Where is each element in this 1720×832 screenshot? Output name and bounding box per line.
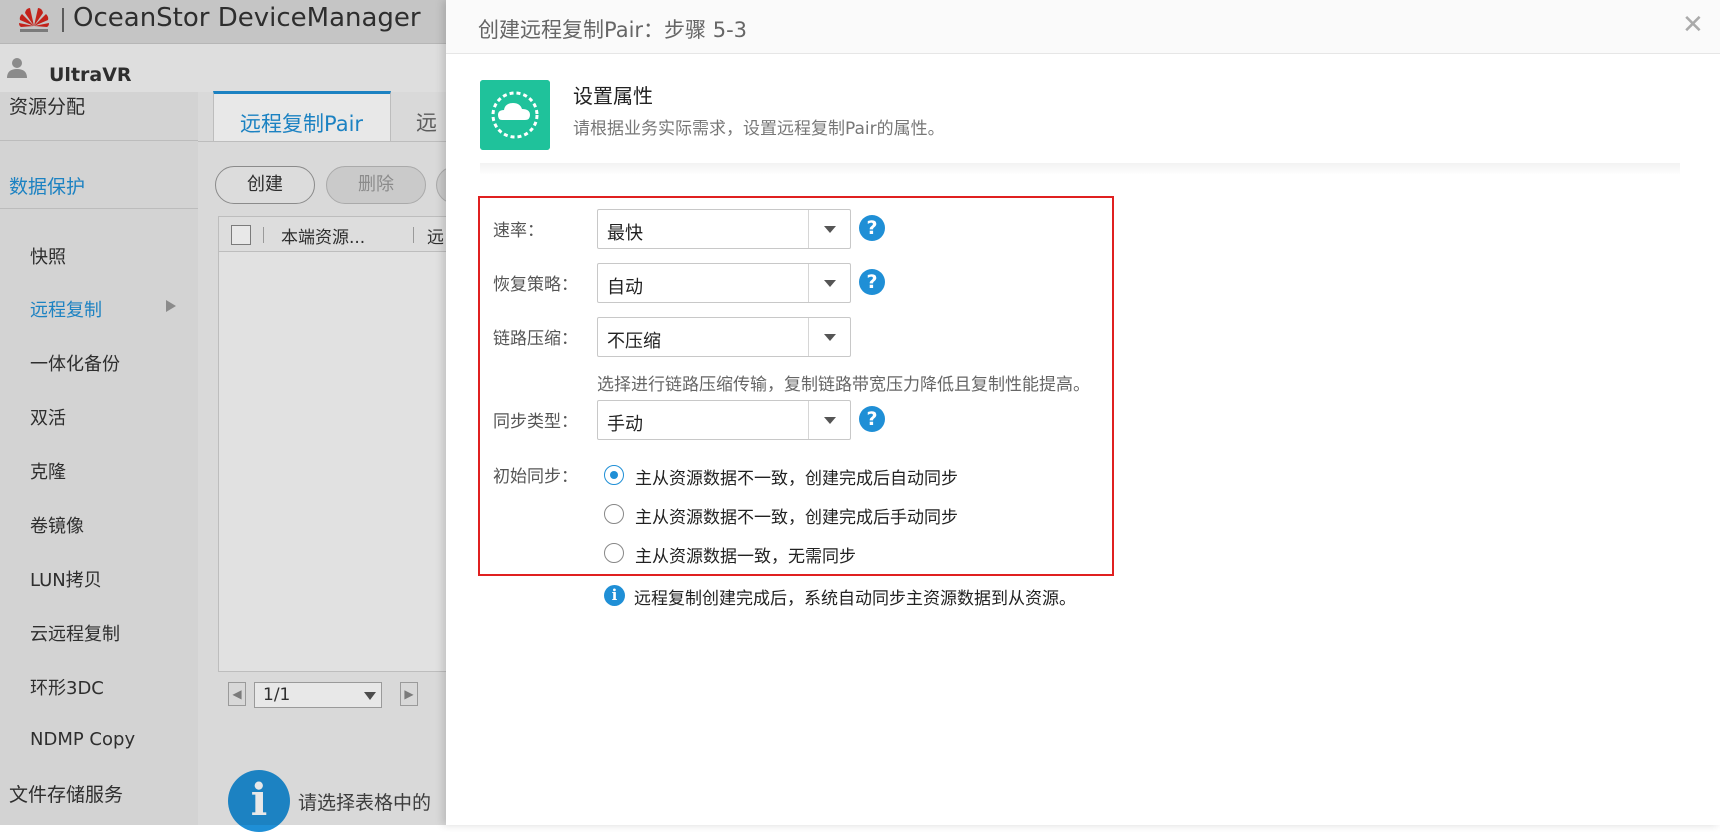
chevron-down-icon[interactable] [824,334,836,341]
modal-overlay [0,0,446,825]
close-icon[interactable]: ✕ [1682,10,1704,40]
initial-sync-radio-auto[interactable] [604,465,624,485]
rate-select[interactable]: 最快 [597,209,851,249]
help-icon[interactable]: ? [859,215,885,241]
link-compression-select[interactable]: 不压缩 [597,317,851,357]
sync-type-label: 同步类型： [493,412,578,432]
initial-sync-option-none[interactable]: 主从资源数据一致，无需同步 [635,542,856,567]
link-compression-value: 不压缩 [607,331,661,352]
dialog-header: 创建远程复制Pair：步骤 5-3 ✕ [446,0,1720,54]
select-divider [808,401,809,439]
help-icon[interactable]: ? [859,269,885,295]
select-divider [808,264,809,302]
info-icon: i [604,585,625,606]
dialog-title: 创建远程复制Pair：步骤 5-3 [478,18,748,42]
step-description: 请根据业务实际需求，设置远程复制Pair的属性。 [573,119,945,139]
initial-sync-option-auto[interactable]: 主从资源数据不一致，创建完成后自动同步 [635,464,958,489]
select-divider [808,318,809,356]
help-icon[interactable]: ? [859,406,885,432]
recovery-policy-label: 恢复策略： [493,275,578,295]
initial-sync-label: 初始同步： [493,467,578,487]
sync-cloud-icon [480,80,550,150]
info-text: 远程复制创建完成后，系统自动同步主资源数据到从资源。 [634,589,1076,609]
sync-type-select[interactable]: 手动 [597,400,851,440]
step-divider [480,163,1680,175]
recovery-policy-value: 自动 [607,277,643,298]
link-compression-note: 选择进行链路压缩传输，复制链路带宽压力降低且复制性能提高。 [597,375,1090,395]
initial-sync-radio-manual[interactable] [604,504,624,524]
chevron-down-icon[interactable] [824,280,836,287]
rate-select-value: 最快 [607,223,643,244]
sync-type-value: 手动 [607,414,643,435]
chevron-down-icon[interactable] [824,417,836,424]
select-divider [808,210,809,248]
link-compression-label: 链路压缩： [493,329,578,349]
initial-sync-option-manual[interactable]: 主从资源数据不一致，创建完成后手动同步 [635,503,958,528]
step-title: 设置属性 [573,84,653,108]
rate-label: 速率： [493,221,544,241]
recovery-policy-select[interactable]: 自动 [597,263,851,303]
chevron-down-icon[interactable] [824,226,836,233]
initial-sync-radio-none[interactable] [604,543,624,563]
